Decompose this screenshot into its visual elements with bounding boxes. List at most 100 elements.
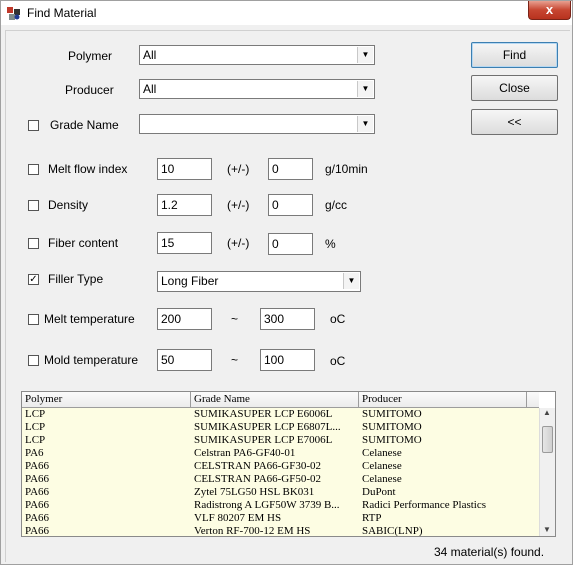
- density-tolerance-sep: (+/-): [227, 198, 250, 212]
- fiber-content-tolerance-sep: (+/-): [227, 236, 250, 250]
- cell-producer: SUMITOMO: [362, 434, 422, 446]
- table-row[interactable]: LCP SUMIKASUPER LCP E6006L SUMITOMO: [22, 408, 539, 421]
- melt-flow-tolerance-sep: (+/-): [227, 162, 250, 176]
- melt-temp-max-input[interactable]: 300: [260, 308, 315, 330]
- table-row[interactable]: PA66 Radistrong A LGF50W 3739 B... Radici …: [22, 499, 539, 512]
- table-row[interactable]: PA66 CELSTRAN PA66-GF30-02 Celanese: [22, 460, 539, 473]
- mold-temp-checkbox[interactable]: [28, 355, 39, 366]
- cell-polymer: PA66: [25, 473, 50, 485]
- melt-flow-unit: g/10min: [325, 162, 368, 176]
- melt-temp-label: Melt temperature: [44, 312, 135, 326]
- window-close-button[interactable]: x: [528, 1, 571, 20]
- table-row[interactable]: PA66 CELSTRAN PA66-GF50-02 Celanese: [22, 473, 539, 486]
- cell-grade-name: Verton RF-700-12 EM HS: [194, 525, 311, 537]
- column-header-polymer[interactable]: Polymer: [22, 392, 191, 407]
- mold-temp-max-input[interactable]: 100: [260, 349, 315, 371]
- column-header-producer[interactable]: Producer: [359, 392, 527, 407]
- melt-flow-checkbox[interactable]: [28, 164, 39, 175]
- cell-producer: Radici Performance Plastics: [362, 499, 487, 511]
- chevron-down-icon[interactable]: ▼: [357, 47, 373, 63]
- column-header-grade-name[interactable]: Grade Name: [191, 392, 359, 407]
- density-value-input[interactable]: 1.2: [157, 194, 212, 216]
- cell-grade-name: SUMIKASUPER LCP E7006L: [194, 434, 333, 446]
- mold-temp-unit: oC: [330, 354, 346, 368]
- cell-polymer: LCP: [25, 408, 46, 420]
- table-body: LCP SUMIKASUPER LCP E6006L SUMITOMO LCP SUMI…: [22, 408, 539, 537]
- cell-grade-name: Radistrong A LGF50W 3739 B...: [194, 499, 340, 511]
- chevron-down-icon[interactable]: ▼: [343, 273, 359, 289]
- fiber-content-value-input[interactable]: 15: [157, 232, 212, 254]
- producer-value: All: [143, 82, 157, 96]
- density-unit: g/cc: [325, 198, 348, 212]
- cell-grade-name: CELSTRAN PA66-GF30-02: [194, 460, 322, 472]
- table-row[interactable]: PA6 Celstran PA6-GF40-01 Celanese: [22, 447, 539, 460]
- melt-temp-range-sep: ~: [231, 312, 239, 326]
- checkmark-icon: ✓: [29, 274, 38, 285]
- cell-polymer: PA66: [25, 499, 50, 511]
- mold-temp-label: Mold temperature: [44, 353, 139, 367]
- cell-producer: DuPont: [362, 486, 396, 498]
- melt-temp-min-input[interactable]: 200: [157, 308, 212, 330]
- melt-flow-tolerance-input[interactable]: 0: [268, 158, 313, 180]
- cell-producer: SUMITOMO: [362, 408, 422, 420]
- filler-type-value: Long Fiber: [161, 274, 219, 288]
- table-row[interactable]: PA66 Verton RF-700-12 EM HS SABIC(LNP): [22, 525, 539, 537]
- polymer-value: All: [143, 48, 157, 62]
- melt-flow-label: Melt flow index: [48, 162, 128, 176]
- producer-select[interactable]: All ▼: [139, 79, 375, 99]
- cell-producer: Celanese: [362, 447, 402, 459]
- cell-polymer: PA6: [25, 447, 44, 459]
- scroll-down-icon[interactable]: ▼: [543, 525, 551, 534]
- chevron-down-icon[interactable]: ▼: [357, 81, 373, 97]
- close-button[interactable]: Close: [471, 75, 558, 101]
- cell-grade-name: Zytel 75LG50 HSL BK031: [194, 486, 315, 498]
- window-title: Find Material: [27, 6, 97, 20]
- scrollbar-thumb[interactable]: [542, 426, 553, 453]
- cell-producer: Celanese: [362, 460, 402, 472]
- mold-temp-min-input[interactable]: 50: [157, 349, 212, 371]
- melt-temp-unit: oC: [330, 312, 346, 326]
- app-icon: [7, 7, 20, 20]
- table-row[interactable]: LCP SUMIKASUPER LCP E6807L... SUMITOMO: [22, 421, 539, 434]
- fiber-content-tolerance-input[interactable]: 0: [268, 233, 313, 255]
- polymer-select[interactable]: All ▼: [139, 45, 375, 65]
- grade-name-checkbox[interactable]: [28, 120, 39, 131]
- cell-producer: SUMITOMO: [362, 421, 422, 433]
- table-row[interactable]: PA66 Zytel 75LG50 HSL BK031 DuPont: [22, 486, 539, 499]
- cell-producer: Celanese: [362, 473, 402, 485]
- cell-polymer: PA66: [25, 460, 50, 472]
- results-table[interactable]: Polymer Grade Name Producer LCP SUMIKASUP…: [21, 391, 556, 537]
- cell-polymer: LCP: [25, 434, 46, 446]
- scroll-up-icon[interactable]: ▲: [543, 408, 551, 417]
- close-icon: x: [545, 2, 554, 17]
- collapse-button[interactable]: <<: [471, 109, 558, 135]
- vertical-scrollbar[interactable]: ▲ ▼: [539, 408, 555, 536]
- fiber-content-checkbox[interactable]: [28, 238, 39, 249]
- cell-producer: SABIC(LNP): [362, 525, 423, 537]
- results-count-status: 34 material(s) found.: [434, 545, 545, 559]
- melt-temp-checkbox[interactable]: [28, 314, 39, 325]
- table-row[interactable]: PA66 VLF 80207 EM HS RTP: [22, 512, 539, 525]
- density-tolerance-input[interactable]: 0: [268, 194, 313, 216]
- cell-producer: RTP: [362, 512, 382, 524]
- grade-name-label: Grade Name: [50, 118, 119, 132]
- producer-label: Producer: [65, 83, 114, 97]
- cell-grade-name: VLF 80207 EM HS: [194, 512, 282, 524]
- cell-polymer: PA66: [25, 486, 50, 498]
- cell-polymer: LCP: [25, 421, 46, 433]
- filler-type-label: Filler Type: [48, 272, 104, 286]
- fiber-content-label: Fiber content: [48, 236, 119, 250]
- filler-type-select[interactable]: Long Fiber ▼: [157, 271, 361, 292]
- mold-temp-range-sep: ~: [231, 353, 239, 367]
- cell-grade-name: CELSTRAN PA66-GF50-02: [194, 473, 322, 485]
- grade-name-select[interactable]: ▼: [139, 114, 375, 134]
- table-row[interactable]: LCP SUMIKASUPER LCP E7006L SUMITOMO: [22, 434, 539, 447]
- find-button[interactable]: Find: [471, 42, 558, 68]
- title-bar: Find Material x: [1, 1, 572, 25]
- density-checkbox[interactable]: [28, 200, 39, 211]
- cell-grade-name: Celstran PA6-GF40-01: [194, 447, 296, 459]
- filler-type-checkbox[interactable]: ✓: [28, 274, 39, 285]
- chevron-down-icon[interactable]: ▼: [357, 116, 373, 132]
- cell-grade-name: SUMIKASUPER LCP E6006L: [194, 408, 333, 420]
- melt-flow-value-input[interactable]: 10: [157, 158, 212, 180]
